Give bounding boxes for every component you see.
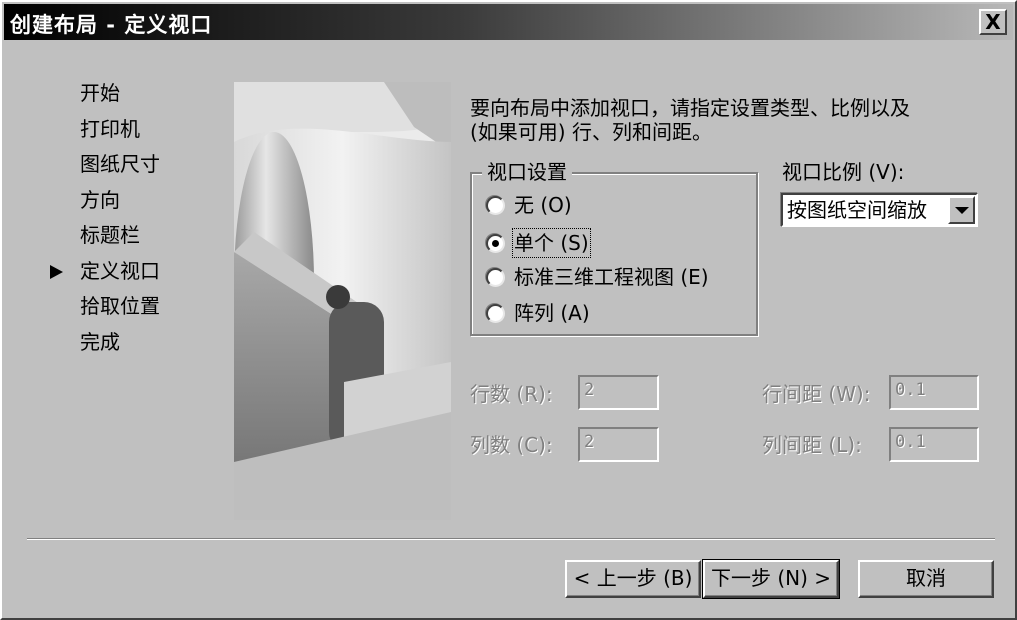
chevron-down-icon[interactable] — [948, 196, 975, 224]
step-label: 开始 — [80, 81, 120, 105]
wizard-steps: 开始 打印机 图纸尺寸 方向 标题栏 定义视口 拾取位置 完成 — [50, 80, 160, 364]
close-icon: X — [985, 10, 1001, 34]
intro-text: 要向布局中添加视口，请指定设置类型、比例以及 (如果可用) 行、列和间距。 — [470, 96, 990, 144]
radio-button[interactable] — [486, 303, 505, 323]
radio-label: 标准三维工程视图 (E) — [514, 265, 709, 289]
column-spacing-input[interactable]: 0.1 — [889, 427, 979, 462]
column-spacing-label: 列间距 (L): — [762, 433, 862, 457]
radio-std-3d-views[interactable]: 标准三维工程视图 (E) — [486, 263, 709, 291]
row-spacing-input[interactable]: 0.1 — [889, 375, 979, 410]
close-button[interactable]: X — [979, 9, 1007, 35]
radio-button[interactable] — [486, 267, 505, 287]
separator — [27, 538, 995, 540]
radio-none[interactable]: 无 (O) — [486, 191, 572, 219]
intro-line-1: 要向布局中添加视口，请指定设置类型、比例以及 — [470, 96, 910, 120]
step-label: 方向 — [80, 187, 120, 212]
step-paper-size: 图纸尺寸 — [50, 151, 160, 187]
viewport-scale-select[interactable]: 按图纸空间缩放 — [781, 193, 978, 227]
radio-button[interactable] — [486, 195, 505, 215]
columns-input[interactable]: 2 — [578, 427, 659, 462]
step-label: 定义视口 — [80, 258, 160, 283]
radio-label: 阵列 (A) — [514, 301, 590, 325]
current-step-arrow-icon — [50, 264, 63, 279]
radio-button[interactable] — [486, 233, 505, 253]
radio-label: 无 (O) — [514, 193, 572, 217]
back-button[interactable]: < 上一步 (B) — [565, 560, 701, 598]
dialog-title: 创建布局 - 定义视口 — [10, 13, 213, 37]
title-bar[interactable]: 创建布局 - 定义视口 X — [4, 4, 1013, 40]
plotter-illustration — [234, 82, 451, 520]
step-title-block: 标题栏 — [50, 222, 160, 258]
viewport-scale-value: 按图纸空间缩放 — [787, 198, 927, 222]
plotter-image — [234, 82, 451, 520]
step-define-viewports: 定义视口 — [50, 258, 160, 294]
radio-label: 单个 (S) — [512, 228, 591, 258]
step-label: 标题栏 — [80, 223, 140, 247]
viewport-settings-label: 视口设置 — [482, 159, 572, 185]
rows-label: 行数 (R): — [470, 382, 553, 406]
rows-input[interactable]: 2 — [578, 375, 659, 410]
intro-line-2: (如果可用) 行、列和间距。 — [470, 120, 712, 144]
radio-array[interactable]: 阵列 (A) — [486, 299, 590, 327]
viewport-settings-group: 视口设置 无 (O) 单个 (S) 标准三维工程视图 (E) 阵列 (A) — [470, 159, 758, 336]
step-start: 开始 — [50, 80, 160, 116]
step-label: 完成 — [80, 329, 120, 354]
cancel-button[interactable]: 取消 — [858, 560, 994, 598]
step-finish: 完成 — [50, 329, 160, 365]
row-spacing-label: 行间距 (W): — [762, 382, 871, 406]
next-button[interactable]: 下一步 (N) > — [702, 559, 840, 599]
viewport-scale-label: 视口比例 (V): — [782, 160, 905, 184]
step-orientation: 方向 — [50, 187, 160, 223]
step-label: 打印机 — [80, 116, 140, 141]
step-label: 图纸尺寸 — [80, 152, 160, 176]
step-printer: 打印机 — [50, 116, 160, 152]
radio-single[interactable]: 单个 (S) — [486, 228, 591, 258]
create-layout-dialog: 创建布局 - 定义视口 X 开始 打印机 图纸尺寸 方向 标题栏 定义视口 拾取… — [0, 0, 1017, 620]
step-label: 拾取位置 — [80, 294, 160, 318]
columns-label: 列数 (C): — [470, 433, 553, 457]
step-pick-location: 拾取位置 — [50, 293, 160, 329]
